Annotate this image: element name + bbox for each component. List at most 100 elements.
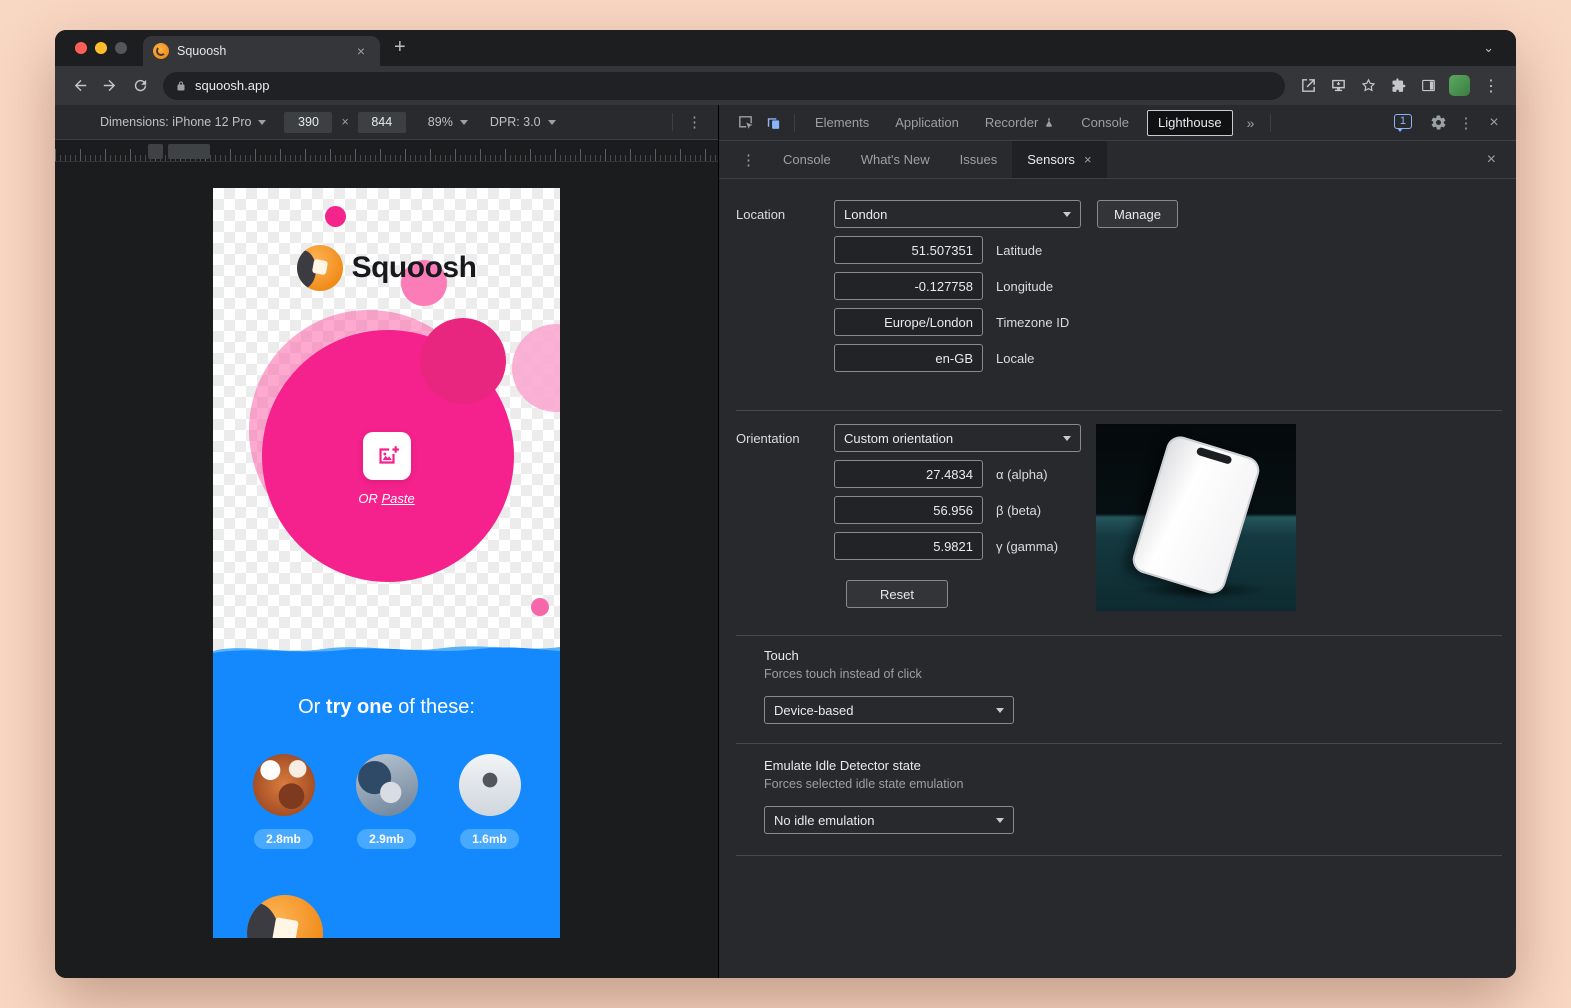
tab-elements[interactable]: Elements <box>802 105 882 140</box>
orientation-selected-value: Custom orientation <box>844 431 953 446</box>
demo-thumbnail-dog[interactable] <box>356 754 418 816</box>
dpr-selector[interactable]: DPR: 3.0 <box>490 115 556 129</box>
paste-link[interactable]: Paste <box>381 491 414 506</box>
locale-input[interactable] <box>834 344 983 372</box>
new-tab-button[interactable]: + <box>380 36 420 66</box>
viewport-width-input[interactable] <box>284 112 332 133</box>
section-separator <box>736 855 1502 856</box>
bookmark-star-icon[interactable] <box>1353 71 1383 101</box>
issues-count: 1 <box>1400 115 1406 127</box>
latitude-input[interactable] <box>834 236 983 264</box>
idle-selected-value: No idle emulation <box>774 813 874 828</box>
window-controls <box>55 42 143 66</box>
section-separator <box>736 410 1502 411</box>
drawer-tab-console[interactable]: Console <box>768 141 846 178</box>
device-toolbar-toggle-icon[interactable] <box>759 110 787 136</box>
share-icon[interactable] <box>1293 71 1323 101</box>
chevron-down-icon <box>460 120 468 125</box>
install-app-icon[interactable] <box>1323 71 1353 101</box>
experiment-flask-icon <box>1043 117 1055 129</box>
location-select[interactable]: London <box>834 200 1081 228</box>
close-devtools-icon[interactable]: × <box>1480 110 1508 136</box>
chevron-down-icon <box>1063 212 1071 217</box>
drawer-menu-kebab-icon[interactable]: ⋮ <box>729 151 768 169</box>
demo-sample-2[interactable]: 2.9mb <box>356 754 418 849</box>
forward-button[interactable] <box>95 71 125 101</box>
device-selector-label: Dimensions: iPhone 12 Pro <box>100 115 251 129</box>
paste-hint: OR Paste <box>213 491 560 506</box>
idle-select[interactable]: No idle emulation <box>764 806 1014 834</box>
main-area: Dimensions: iPhone 12 Pro × 89% DPR: 3.0… <box>55 105 1516 978</box>
latitude-label: Latitude <box>996 243 1042 258</box>
tab-console[interactable]: Console <box>1068 105 1142 140</box>
beta-input[interactable] <box>834 496 983 524</box>
extensions-puzzle-icon[interactable] <box>1383 71 1413 101</box>
profile-avatar[interactable] <box>1449 75 1470 96</box>
orientation-select[interactable]: Custom orientation <box>834 424 1081 452</box>
chevron-down-icon <box>548 120 556 125</box>
browser-tab-squoosh[interactable]: Squoosh × <box>143 36 380 66</box>
devtools-toolbar: Elements Application Recorder Console Li… <box>719 105 1516 141</box>
orientation-phone-preview[interactable] <box>1096 424 1296 611</box>
orientation-label: Orientation <box>736 431 834 446</box>
side-panel-icon[interactable] <box>1413 71 1443 101</box>
zoom-window-button[interactable] <box>115 42 127 54</box>
drawer-tab-whats-new[interactable]: What's New <box>846 141 945 178</box>
tab-lighthouse[interactable]: Lighthouse <box>1147 110 1233 136</box>
dpr-value: DPR: 3.0 <box>490 115 541 129</box>
ruler-marker <box>168 144 210 159</box>
devtools-toolbar-right: 1 ⋮ × <box>1394 110 1508 136</box>
longitude-input[interactable] <box>834 272 983 300</box>
chevron-down-icon <box>996 818 1004 823</box>
close-drawer-icon[interactable]: × <box>1475 151 1508 169</box>
dimensions-times-label: × <box>341 115 348 129</box>
demo-samples: 2.8mb 2.9mb 1.6mb <box>213 754 560 849</box>
more-tabs-chevron-icon[interactable]: » <box>1238 115 1264 131</box>
add-image-icon <box>374 443 400 469</box>
timezone-label: Timezone ID <box>996 315 1069 330</box>
device-emulation-pane: Dimensions: iPhone 12 Pro × 89% DPR: 3.0… <box>55 105 718 978</box>
reset-orientation-button[interactable]: Reset <box>846 580 948 608</box>
tab-title: Squoosh <box>177 44 344 58</box>
demo-section-body: Or try one of these: 2.8mb 2.9mb <box>213 656 560 938</box>
tab-search-chevron-icon[interactable]: ⌄ <box>1461 40 1516 66</box>
browser-menu-kebab-icon[interactable]: ⋮ <box>1476 71 1506 101</box>
zoom-selector[interactable]: 89% <box>428 115 468 129</box>
demo-sample-3[interactable]: 1.6mb <box>459 754 521 849</box>
timezone-row: Timezone ID <box>834 308 1502 336</box>
demo-thumbnail-phone[interactable] <box>459 754 521 816</box>
close-sensors-tab-icon[interactable]: × <box>1084 152 1092 167</box>
issues-message-bubble-icon[interactable]: 1 <box>1394 114 1412 129</box>
tab-close-icon[interactable]: × <box>352 42 370 60</box>
reload-button[interactable] <box>125 71 155 101</box>
minimize-window-button[interactable] <box>95 42 107 54</box>
drawer-tab-issues[interactable]: Issues <box>945 141 1013 178</box>
pink-blob-decoration <box>420 318 506 404</box>
manage-locations-button[interactable]: Manage <box>1097 200 1178 228</box>
tab-recorder[interactable]: Recorder <box>972 105 1068 140</box>
device-selector[interactable]: Dimensions: iPhone 12 Pro <box>100 115 266 129</box>
gamma-input[interactable] <box>834 532 983 560</box>
section-separator <box>736 743 1502 744</box>
horizontal-ruler <box>55 141 718 162</box>
settings-gear-icon[interactable] <box>1424 110 1452 136</box>
back-button[interactable] <box>65 71 95 101</box>
drawer-tab-sensors[interactable]: Sensors × <box>1012 141 1106 178</box>
pick-image-button[interactable] <box>363 432 411 480</box>
close-window-button[interactable] <box>75 42 87 54</box>
tab-application[interactable]: Application <box>882 105 972 140</box>
device-toolbar-menu-kebab-icon[interactable]: ⋮ <box>673 113 706 131</box>
browser-window: Squoosh × + ⌄ squoosh.app <box>55 30 1516 978</box>
location-row: Location London Manage <box>736 200 1502 228</box>
inspect-element-icon[interactable] <box>731 110 759 136</box>
demo-thumbnail-red-panda[interactable] <box>253 754 315 816</box>
ruler-marker <box>148 144 163 159</box>
device-viewport: Squoosh OR Paste <box>213 188 560 938</box>
alpha-input[interactable] <box>834 460 983 488</box>
demo-sample-1[interactable]: 2.8mb <box>253 754 315 849</box>
viewport-height-input[interactable] <box>358 112 406 133</box>
devtools-menu-kebab-icon[interactable]: ⋮ <box>1452 110 1480 136</box>
timezone-input[interactable] <box>834 308 983 336</box>
address-bar[interactable]: squoosh.app <box>163 72 1285 100</box>
touch-select[interactable]: Device-based <box>764 696 1014 724</box>
